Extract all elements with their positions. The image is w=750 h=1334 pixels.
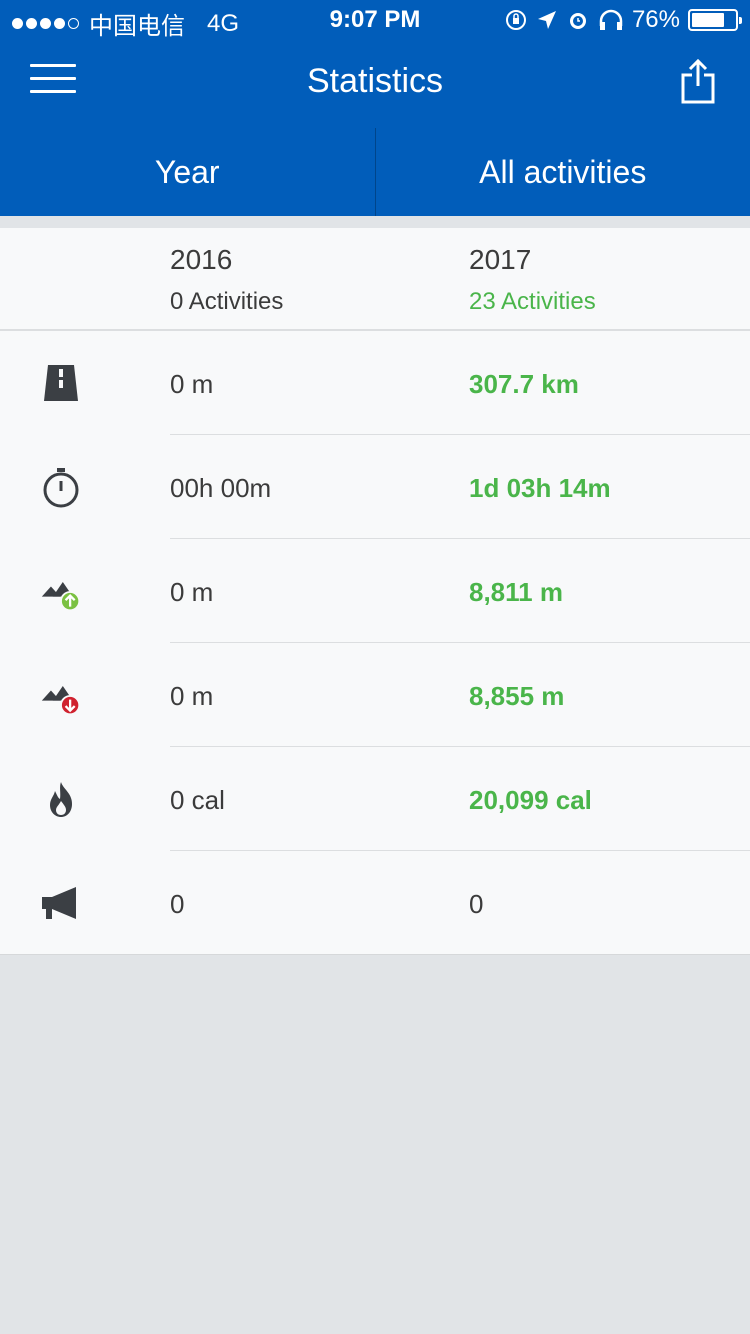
elevation-loss-2017: 8,855 m [469, 681, 565, 711]
stat-row-elevation-loss: 0 m 8,855 m [0, 643, 750, 747]
stat-row-distance: 0 m 307.7 km [0, 331, 750, 435]
period-selector[interactable]: Year [0, 128, 375, 216]
headphones-icon [599, 9, 623, 30]
year-2017-label: 2017 [469, 244, 532, 275]
elevation-gain-2016: 0 m [170, 577, 214, 607]
year-2016-activities: 0 Activities [170, 288, 284, 315]
road-icon [44, 365, 78, 401]
distance-2017: 307.7 km [469, 369, 579, 399]
location-arrow-icon [537, 11, 556, 29]
elevation-loss-icon [41, 685, 81, 716]
app-header: 中国电信 4G 9:07 PM 76% Statistics Year All … [0, 0, 750, 216]
activity-filter-selector[interactable]: All activities [376, 128, 750, 216]
duration-2016: 00h 00m [170, 473, 272, 503]
calories-2016: 0 cal [170, 785, 225, 815]
share-icon[interactable] [680, 58, 716, 104]
year-2017-activities: 23 Activities [469, 288, 596, 315]
stat-row-calories: 0 cal 20,099 cal [0, 747, 750, 851]
page-title: Statistics [306, 62, 444, 100]
elevation-gain-icon [41, 581, 81, 612]
calories-flame-icon [50, 782, 72, 817]
battery-percent: 76% [631, 6, 680, 33]
duration-2017: 1d 03h 14m [469, 473, 611, 503]
stat-row-elevation-gain: 0 m 8,811 m [0, 539, 750, 643]
distance-2016: 0 m [170, 369, 214, 399]
nav-bar: Statistics [0, 40, 750, 128]
announcements-2017: 0 [469, 889, 484, 919]
elevation-loss-2016: 0 m [170, 681, 214, 711]
segmented-control: Year All activities [0, 128, 750, 216]
battery-icon [688, 9, 742, 31]
elevation-gain-2017: 8,811 m [469, 577, 563, 607]
stat-row-announcements: 0 0 [0, 851, 750, 955]
calories-2017: 20,099 cal [469, 785, 592, 815]
year-2016-label: 2016 [170, 244, 233, 275]
stopwatch-icon [43, 468, 79, 508]
year-columns-header: 2016 0 Activities 2017 23 Activities [0, 228, 750, 331]
announcements-2016: 0 [170, 889, 185, 919]
megaphone-icon [42, 887, 76, 919]
statistics-table: 2016 0 Activities 2017 23 Activities 0 m… [0, 228, 750, 955]
status-bar: 中国电信 4G 9:07 PM 76% [0, 0, 750, 40]
alarm-clock-icon [569, 13, 586, 29]
stat-row-duration: 00h 00m 1d 03h 14m [0, 435, 750, 539]
rotation-lock-icon [505, 10, 526, 30]
